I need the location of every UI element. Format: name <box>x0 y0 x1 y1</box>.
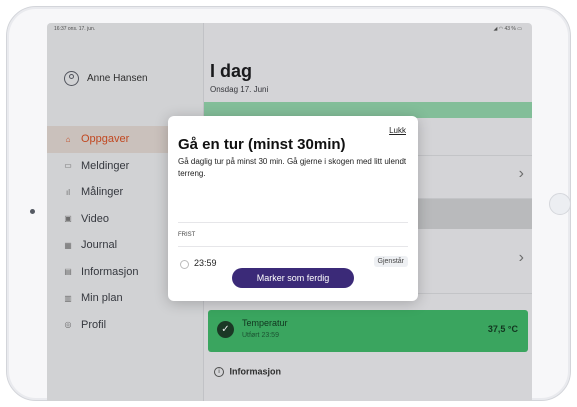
divider <box>178 222 408 223</box>
task-modal: Lukk Gå en tur (minst 30min) Gå daglig t… <box>168 116 418 301</box>
close-link[interactable]: Lukk <box>389 126 406 135</box>
home-button[interactable] <box>549 193 571 215</box>
deadline-label: FRIST <box>178 232 196 238</box>
camera-dot <box>30 209 35 214</box>
modal-description: Gå daglig tur på minst 30 min. Gå gjerne… <box>178 157 407 178</box>
deadline-time: 23:59 <box>194 258 217 268</box>
mark-done-button[interactable]: Marker som ferdig <box>232 268 354 288</box>
divider <box>178 246 408 247</box>
modal-title: Gå en tur (minst 30min) <box>178 136 346 153</box>
status-badge: Gjenstår <box>373 256 408 267</box>
clock-icon <box>180 260 189 269</box>
app-screen: Anne Hansen ⌂ Oppgaver ▭ Meldinger ıl Målinge… <box>47 23 532 401</box>
